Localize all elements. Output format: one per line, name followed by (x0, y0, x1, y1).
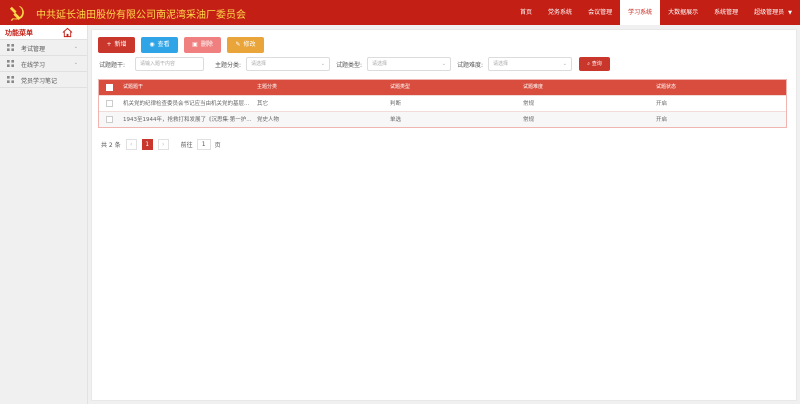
chevron-down-icon: ⌄ (73, 44, 78, 50)
pencil-icon: ✎ (235, 41, 241, 48)
search-button-label: 查询 (591, 61, 602, 67)
chevron-down-icon: ▼ (788, 10, 792, 16)
cell-category: 党史人物 (257, 117, 280, 123)
add-button-label: 新增 (114, 41, 127, 48)
chevron-down-icon: ⌄ (320, 61, 325, 67)
pagination: 共 2 条 ‹ 1 › 前往 1 页 (101, 138, 221, 150)
table-row[interactable]: 机关党的纪律检查委员会书记应当由机关党的基层... 其它 判断 常规 开启 (99, 95, 786, 111)
next-page-button[interactable]: › (157, 138, 169, 150)
nav-label: 党务系统 (548, 9, 573, 16)
sidebar-title: 功能菜单 (5, 29, 33, 37)
chevron-down-icon: ⌄ (562, 61, 567, 67)
cell-type: 单选 (390, 117, 402, 123)
column-header[interactable]: 试题题干 (123, 80, 257, 95)
select-all-cell (99, 80, 123, 95)
nav-learning-system[interactable]: 学习系统 (620, 0, 661, 25)
stem-input[interactable]: 请输入题干内容 (135, 57, 204, 71)
difficulty-placeholder: 请选择 (493, 61, 509, 67)
stem-label: 试题题干: (99, 62, 126, 69)
trash-icon: ▣ (192, 41, 198, 48)
sidebar-header: 功能菜单 (0, 25, 87, 40)
type-label: 试题类型: (336, 62, 363, 69)
top-nav: 首页 党务系统 会议管理 学习系统 大数据展示 系统管理 超级管理员 ▼ (512, 0, 800, 25)
sidebar: 功能菜单 考试管理 ⌄ 在线学习 ⌄ 党员学习笔记 (0, 25, 88, 404)
edit-button-label: 修改 (243, 41, 256, 48)
top-header: 中共延长油田股份有限公司南泥湾采油厂委员会 首页 党务系统 会议管理 学习系统 … (0, 0, 800, 25)
org-title: 中共延长油田股份有限公司南泥湾采油厂委员会 (36, 10, 246, 21)
difficulty-label: 试题难度: (457, 62, 484, 69)
party-emblem-icon (9, 5, 24, 22)
category-placeholder: 请选择 (251, 61, 267, 67)
select-all-checkbox[interactable] (106, 84, 113, 91)
grid-icon (7, 60, 14, 67)
user-name: 超级管理员 (754, 9, 785, 16)
row-checkbox[interactable] (106, 116, 113, 123)
goto-label: 前往 (180, 141, 193, 149)
grid-icon (7, 76, 14, 83)
view-button[interactable]: ◉ 查看 (141, 37, 178, 53)
delete-button-label: 删除 (200, 41, 213, 48)
eye-icon: ◉ (149, 41, 155, 48)
page-unit-label: 页 (214, 141, 221, 149)
table-row[interactable]: 1943至1944年，抢救打和发展了《沉思集·第一护... 党史人物 单选 常规… (99, 111, 786, 127)
cell-stem: 机关党的纪律检查委员会书记应当由机关党的基层... (123, 101, 250, 107)
column-header[interactable]: 试题难度 (523, 80, 656, 95)
cell-stem: 1943至1944年，抢救打和发展了《沉思集·第一护... (123, 117, 252, 123)
home-icon[interactable] (62, 27, 73, 38)
column-header[interactable]: 试题状态 (656, 80, 786, 95)
nav-home[interactable]: 首页 (512, 0, 540, 25)
sidebar-item-label: 党员学习笔记 (21, 78, 58, 85)
edit-button[interactable]: ✎ 修改 (227, 37, 264, 53)
cell-status: 开启 (656, 101, 668, 107)
cell-difficulty: 常规 (523, 101, 535, 107)
type-select[interactable]: 请选择 ⌄ (367, 57, 451, 71)
cell-category: 其它 (257, 101, 269, 107)
nav-big-data[interactable]: 大数据展示 (660, 0, 706, 25)
difficulty-select[interactable]: 请选择 ⌄ (488, 57, 572, 71)
filter-bar: 试题题干: 请输入题干内容 主题分类: 请选择 ⌄ 试题类型: 请选择 ⌄ 试题难度… (98, 57, 792, 71)
chevron-down-icon: ⌄ (73, 60, 78, 66)
chevron-down-icon: ⌄ (441, 61, 446, 67)
goto-page-input[interactable]: 1 (196, 138, 211, 150)
nav-system-management[interactable]: 系统管理 (706, 0, 746, 25)
cell-type: 判断 (390, 101, 402, 107)
row-checkbox-cell (99, 96, 123, 111)
nav-meeting-management[interactable]: 会议管理 (580, 0, 620, 25)
type-placeholder: 请选择 (372, 61, 388, 67)
main-panel: + 新增 ◉ 查看 ▣ 删除 ✎ 修改 试题题干: 请输入题干内容 主题分类: 请选择 ⌄… (91, 29, 797, 401)
current-page-button[interactable]: 1 (141, 138, 153, 150)
row-checkbox-cell (99, 112, 123, 127)
sidebar-item-exam-management[interactable]: 考试管理 ⌄ (0, 40, 87, 56)
cell-status: 开启 (656, 117, 668, 123)
nav-label: 学习系统 (628, 9, 653, 16)
sidebar-item-online-learning[interactable]: 在线学习 ⌄ (0, 56, 87, 72)
nav-label: 大数据展示 (668, 9, 699, 16)
question-table: 试题题干 主题分类 试题类型 试题难度 试题状态 机关党的纪律检查委员会书记应当… (98, 79, 787, 128)
delete-button[interactable]: ▣ 删除 (184, 37, 221, 53)
toolbar: + 新增 ◉ 查看 ▣ 删除 ✎ 修改 (98, 37, 264, 53)
nav-label: 首页 (520, 9, 533, 16)
nav-label: 系统管理 (714, 9, 739, 16)
total-count: 共 2 条 (101, 141, 121, 149)
sidebar-item-label: 在线学习 (21, 62, 46, 69)
category-label: 主题分类: (215, 62, 242, 69)
view-button-label: 查看 (157, 41, 170, 48)
search-button[interactable]: ⌕ 查询 (579, 57, 610, 71)
prev-page-button[interactable]: ‹ (125, 138, 137, 150)
table-header: 试题题干 主题分类 试题类型 试题难度 试题状态 (99, 80, 786, 95)
stem-placeholder: 请输入题干内容 (140, 61, 176, 67)
nav-party-affairs[interactable]: 党务系统 (540, 0, 580, 25)
category-select[interactable]: 请选择 ⌄ (246, 57, 330, 71)
grid-icon (7, 44, 14, 51)
nav-label: 会议管理 (588, 9, 613, 16)
sidebar-item-label: 考试管理 (21, 46, 46, 53)
row-checkbox[interactable] (106, 100, 113, 107)
user-menu[interactable]: 超级管理员 ▼ (746, 0, 800, 25)
sidebar-item-study-notes[interactable]: 党员学习笔记 (0, 72, 87, 88)
plus-icon: + (106, 41, 112, 48)
add-button[interactable]: + 新增 (98, 37, 135, 53)
column-header[interactable]: 试题类型 (390, 80, 523, 95)
cell-difficulty: 常规 (523, 117, 535, 123)
column-header[interactable]: 主题分类 (257, 80, 390, 95)
